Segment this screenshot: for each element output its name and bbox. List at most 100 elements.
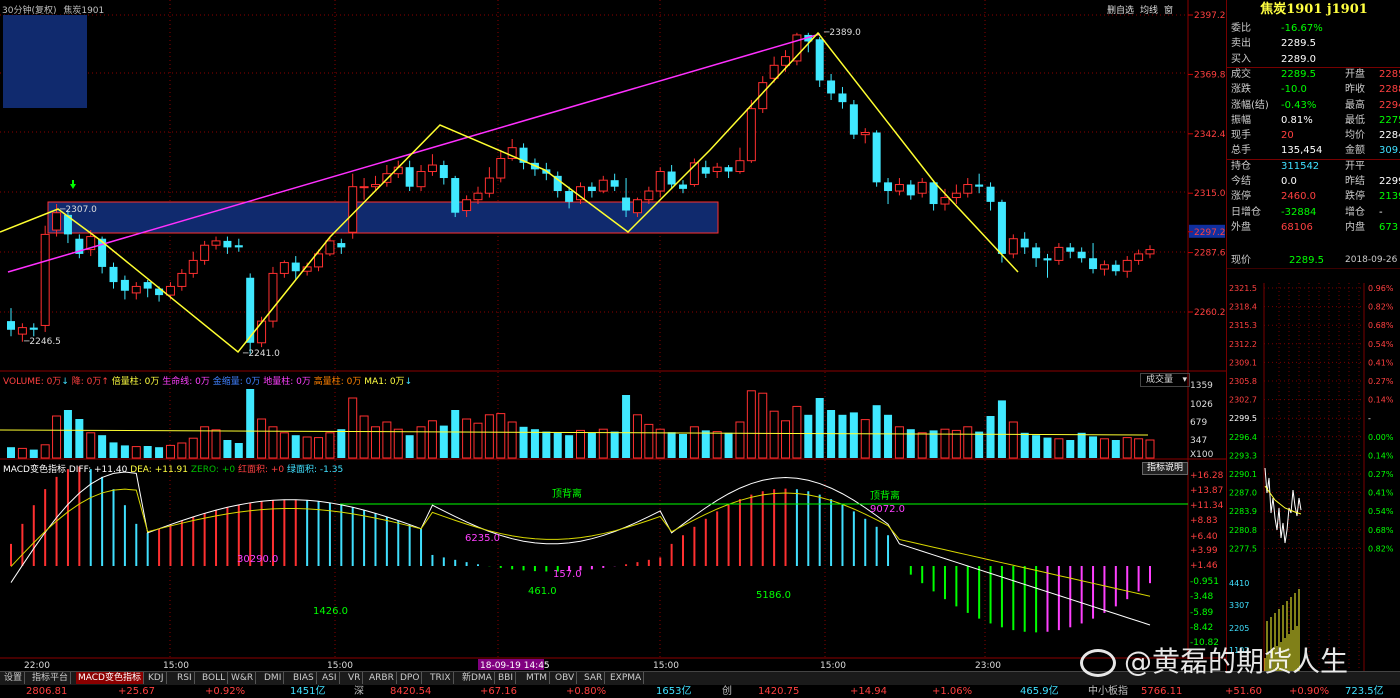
quote-row: 总手 135,454 金额 309.5	[1227, 143, 1400, 158]
volume-bar-down	[291, 435, 300, 458]
mini-price-label: 2302.7	[1229, 396, 1257, 405]
candle-body-up	[211, 240, 221, 246]
volume-bar-up	[655, 428, 665, 459]
tab-12[interactable]: DPO	[398, 672, 423, 684]
macd-red-area: 红面积: +0	[237, 465, 285, 475]
tab-4[interactable]: RSI	[175, 672, 195, 684]
volume-bar-down	[622, 395, 631, 458]
candle-body-down	[667, 171, 676, 185]
tab-3[interactable]: KDJ	[146, 672, 167, 684]
quote-value: 2284	[1379, 130, 1400, 142]
candle-body-down	[1020, 238, 1029, 248]
divergence-label: 顶背离	[552, 487, 582, 500]
quote-value: 309.5	[1379, 145, 1400, 157]
candle-body-down	[7, 321, 15, 330]
quote-value: 2288	[1379, 84, 1400, 96]
candle-body-down	[1032, 247, 1041, 259]
volume-bar-up	[86, 432, 96, 459]
candle-body-down	[405, 167, 414, 187]
macd-axis-label: +13.87	[1190, 486, 1223, 496]
contract-label: 焦炭1901	[63, 6, 105, 16]
quote-label: 涨停	[1231, 191, 1251, 203]
candle-body-up	[917, 181, 927, 194]
candle-body-up	[484, 177, 494, 194]
candle-body-down	[724, 167, 733, 172]
tab-1[interactable]: 指标平台	[30, 672, 72, 684]
tab-16[interactable]: MTM	[524, 672, 551, 684]
quote-row: 涨停 2460.0 跌停 2139	[1227, 189, 1400, 204]
quote-label: 今结	[1231, 176, 1251, 187]
volume-bar-up	[576, 429, 585, 459]
chart-background	[0, 0, 1226, 670]
main-chart-canvas[interactable]: 2397.2 2369.8 2342.4 2315.0 2297.2 2287.6 2260…	[0, 0, 1226, 670]
volume-bar-up	[1054, 438, 1064, 459]
quote-label: 均价	[1345, 130, 1365, 142]
indicator-help-button[interactable]: 指标说明	[1142, 462, 1188, 475]
volume-bar-down	[997, 400, 1006, 458]
mini-intraday-chart[interactable]: 2321.5 0.96% 2318.4 0.82% 2315.3 0.68% 2312.2 0…	[1227, 268, 1400, 678]
index-status-bar: 2806.81 +25.67 +0.92% 1451亿 深 8420.54 +67.16 +0…	[0, 685, 1400, 698]
tab-11[interactable]: ARBR	[367, 672, 397, 684]
tab-9[interactable]: ASI	[320, 672, 340, 684]
tab-5[interactable]: BOLL	[200, 672, 229, 684]
candle-body-up	[177, 272, 187, 287]
low1-annotation: ─2246.5	[23, 337, 61, 347]
volume-bar-up	[17, 447, 27, 459]
candle-body-down	[1111, 264, 1120, 272]
window-button[interactable]: 窗	[1164, 3, 1173, 16]
macd-value-label: 5186.0	[756, 590, 791, 601]
candle-body-down	[143, 282, 152, 289]
tab-10[interactable]: VR	[346, 672, 364, 684]
candle-body-up	[1145, 249, 1155, 255]
period-label: 30分钟(复权)	[2, 6, 57, 16]
tab-8[interactable]: BIAS	[291, 672, 317, 684]
tab-14[interactable]: 新DMA	[460, 672, 495, 684]
volume-bar-down	[884, 414, 893, 458]
volume-bar-down	[246, 389, 255, 458]
tab-7[interactable]: DMI	[262, 672, 285, 684]
quote-row: 振幅 0.81% 最低 2275	[1227, 113, 1400, 128]
tab-17[interactable]: OBV	[553, 672, 578, 684]
tab-0[interactable]: 设置	[2, 672, 26, 684]
candle-body-down	[1043, 258, 1052, 261]
candle-body-down	[451, 178, 460, 213]
volume-bar-down	[565, 435, 574, 458]
macd-value-label: 461.0	[528, 586, 557, 597]
life-label: 生命线: 0万	[162, 377, 210, 387]
quote-row: 委比 -16.67%	[1227, 21, 1400, 36]
quote-row: 日增仓 -32884 增仓 -	[1227, 205, 1400, 220]
tab-19[interactable]: EXPMA	[608, 672, 645, 684]
delete-watchlist-button[interactable]: 删自选	[1107, 3, 1134, 16]
volume-dropdown[interactable]: 成交量 ▾	[1140, 373, 1190, 387]
candle-body-down	[234, 245, 243, 248]
watermark-text: @黄磊的期货人生	[1124, 645, 1349, 678]
volume-bar-up	[496, 413, 506, 459]
candle-body-up	[370, 184, 380, 188]
tab-18[interactable]: SAR	[582, 672, 606, 684]
quote-label: 成交	[1231, 68, 1251, 80]
candle-body-down	[1089, 258, 1098, 270]
tab-2[interactable]: MACD变色指标	[76, 672, 144, 684]
volume-bar-down	[451, 410, 460, 458]
volume-bar-down	[337, 429, 346, 458]
tab-13[interactable]: TRIX	[428, 672, 454, 684]
candle-body-up	[473, 192, 483, 201]
tab-15[interactable]: BBI	[496, 672, 517, 684]
quote-row: 涨跌 -10.0 昨收 2288	[1227, 82, 1400, 97]
candle-body-up	[17, 327, 27, 335]
tab-6[interactable]: W&R	[229, 672, 257, 684]
volume-bar-up	[484, 414, 494, 459]
candle-body-up	[416, 171, 426, 188]
volume-bar-down	[610, 431, 619, 458]
candle	[257, 316, 267, 348]
quote-label: 开盘	[1345, 68, 1365, 80]
volume-axis-label: 1026	[1190, 400, 1213, 410]
ma-button[interactable]: 均线	[1140, 3, 1158, 16]
mini-price-label: 2321.5	[1229, 284, 1257, 293]
volume-bar-up	[507, 421, 517, 459]
candle-body-down	[1066, 247, 1075, 252]
volume-bar-down	[405, 435, 414, 458]
quote-value: 68106	[1281, 221, 1313, 233]
quote-value: 135,454	[1281, 145, 1323, 157]
candle-body-up	[359, 186, 369, 189]
